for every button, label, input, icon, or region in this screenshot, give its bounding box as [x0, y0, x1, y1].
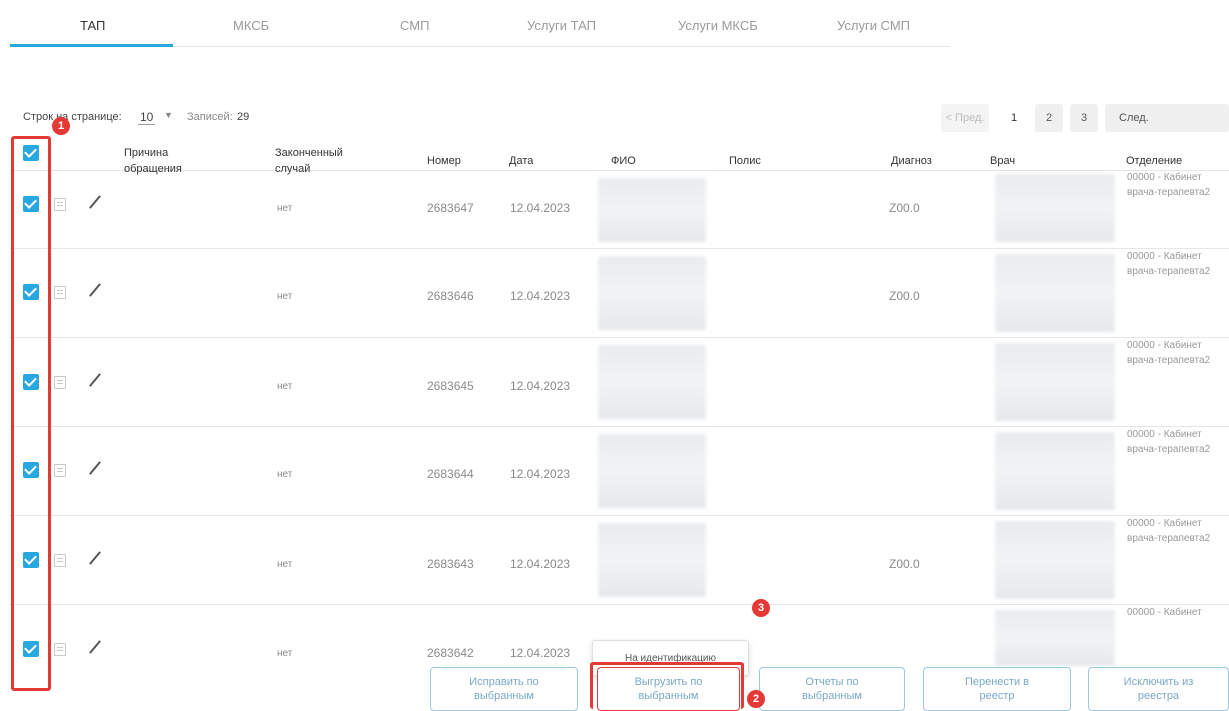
- exclude-from-registry-button[interactable]: Исключить из реестра: [1088, 667, 1229, 711]
- exclude-from-registry-label: Исключить из реестра: [1123, 676, 1194, 702]
- redacted-doctor: [995, 343, 1115, 421]
- reports-selected-button[interactable]: Отчеты по выбранным: [759, 667, 905, 711]
- page-2-button[interactable]: 2: [1035, 104, 1063, 132]
- redacted-doctor: [995, 174, 1115, 242]
- move-to-registry-label: Перенести в реестр: [964, 676, 1030, 702]
- header-diagnosis[interactable]: Диагноз: [891, 153, 932, 169]
- cell-department: 00000 - Кабинет врача-терапевта2: [1127, 251, 1211, 277]
- cell-number: 2683644: [427, 467, 474, 481]
- rows-per-page-label: Строк на странице:: [23, 111, 122, 123]
- redacted-doctor: [995, 610, 1115, 666]
- redacted-fio: [598, 345, 706, 419]
- rows-per-page-select[interactable]: 10: [138, 110, 156, 125]
- cell-date: 12.04.2023: [510, 289, 571, 303]
- cell-diagnosis: Z00.0: [889, 289, 920, 303]
- cell-date: 12.04.2023: [510, 557, 571, 571]
- redacted-fio: [598, 256, 706, 330]
- cell-date: 12.04.2023: [510, 379, 571, 393]
- redacted-fio: [598, 523, 706, 597]
- cell-department: 00000 - Кабинет врача-терапевта2: [1127, 340, 1211, 366]
- tab-smp[interactable]: СМП: [400, 18, 429, 33]
- cell-finished: нет: [277, 559, 293, 570]
- tab-mksb[interactable]: МКСБ: [233, 18, 269, 33]
- redacted-fio: [598, 434, 706, 508]
- cell-number: 2683646: [427, 289, 474, 303]
- cell-number: 2683643: [427, 557, 474, 571]
- document-icon[interactable]: [54, 198, 66, 211]
- fix-selected-button[interactable]: Исправить по выбранным: [430, 667, 578, 711]
- cell-finished: нет: [277, 648, 293, 659]
- redacted-fio: [598, 178, 706, 242]
- redacted-doctor: [995, 254, 1115, 332]
- document-icon[interactable]: [54, 286, 66, 299]
- header-policy[interactable]: Полис: [729, 153, 761, 169]
- cell-diagnosis: Z00.0: [889, 557, 920, 571]
- redacted-doctor: [995, 521, 1115, 599]
- page-1-button[interactable]: 1: [1000, 104, 1028, 132]
- annotation-badge-2: 2: [747, 690, 765, 708]
- cell-department: 00000 - Кабинет врача-терапевта2: [1127, 172, 1211, 198]
- cell-finished: нет: [277, 203, 293, 214]
- header-number[interactable]: Номер: [427, 153, 461, 169]
- move-to-registry-button[interactable]: Перенести в реестр: [923, 667, 1071, 711]
- reports-selected-label: Отчеты по выбранным: [802, 676, 862, 702]
- document-icon[interactable]: [54, 554, 66, 567]
- document-icon[interactable]: [54, 464, 66, 477]
- cell-finished: нет: [277, 469, 293, 480]
- tab-services-mksb[interactable]: Услуги МКСБ: [678, 18, 758, 33]
- active-tab-indicator: [10, 44, 173, 47]
- checkbox-column-highlight: [11, 136, 51, 691]
- fix-selected-label: Исправить по выбранным: [469, 676, 539, 702]
- records-label: Записей:: [187, 111, 233, 123]
- header-doctor[interactable]: Врач: [990, 153, 1015, 169]
- cell-number: 2683647: [427, 201, 474, 215]
- cell-number: 2683645: [427, 379, 474, 393]
- cell-number: 2683642: [427, 646, 474, 660]
- cell-date: 12.04.2023: [510, 646, 571, 660]
- page-3-button[interactable]: 3: [1070, 104, 1098, 132]
- chevron-down-icon[interactable]: ▼: [164, 110, 173, 120]
- document-icon[interactable]: [54, 376, 66, 389]
- cell-department: 00000 - Кабинет: [1127, 607, 1202, 618]
- export-button-highlight: [590, 662, 744, 709]
- document-icon[interactable]: [54, 643, 66, 656]
- records-count: 29: [237, 111, 250, 123]
- redacted-doctor: [995, 432, 1115, 510]
- prev-page-button[interactable]: < Пред.: [941, 104, 989, 132]
- cell-finished: нет: [277, 381, 293, 392]
- cell-date: 12.04.2023: [510, 201, 571, 215]
- tab-tap[interactable]: ТАП: [80, 18, 105, 33]
- cell-department: 00000 - Кабинет врача-терапевта2: [1127, 518, 1211, 544]
- header-date[interactable]: Дата: [509, 153, 533, 169]
- cell-date: 12.04.2023: [510, 467, 571, 481]
- tab-services-smp[interactable]: Услуги СМП: [837, 18, 910, 33]
- header-department[interactable]: Отделение: [1126, 153, 1182, 169]
- next-page-button[interactable]: След.: [1105, 104, 1229, 132]
- annotation-badge-3: 3: [752, 599, 770, 617]
- annotation-badge-1: 1: [52, 117, 70, 135]
- tab-services-tap[interactable]: Услуги ТАП: [527, 18, 596, 33]
- cell-diagnosis: Z00.0: [889, 201, 920, 215]
- cell-department: 00000 - Кабинет врача-терапевта2: [1127, 429, 1211, 455]
- cell-finished: нет: [277, 291, 293, 302]
- header-fio[interactable]: ФИО: [611, 153, 636, 169]
